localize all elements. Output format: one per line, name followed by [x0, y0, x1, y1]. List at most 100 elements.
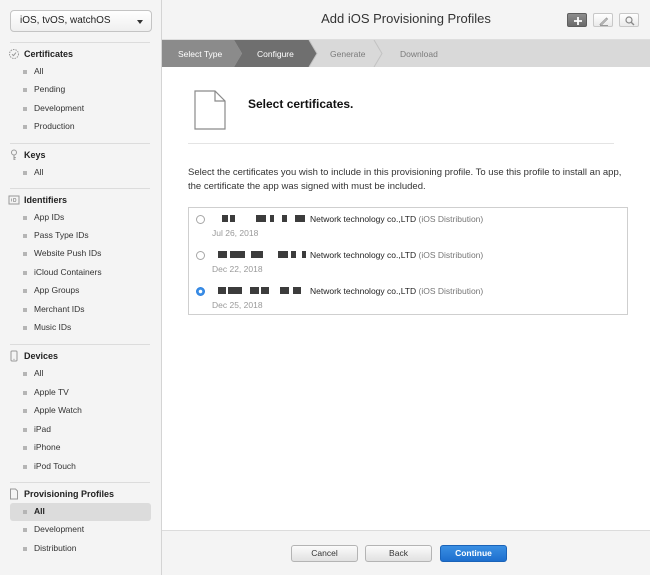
- sidebar-item-keys-all[interactable]: All: [10, 164, 151, 182]
- sidebar-item-label: iPad: [34, 424, 52, 434]
- footer: Cancel Back Continue: [162, 530, 650, 575]
- sidebar-section-title: Devices: [24, 351, 59, 361]
- sidebar: iOS, tvOS, watchOS Certificates All Pend…: [0, 0, 162, 575]
- sidebar-item-label: All: [34, 368, 44, 378]
- search-button[interactable]: [619, 13, 639, 27]
- sidebar-item-devices-all[interactable]: All: [10, 365, 151, 383]
- id-icon: [8, 195, 20, 205]
- certificate-type: (iOS Distribution): [418, 286, 484, 296]
- step-breadcrumb: Select Type Configure Generate Download: [162, 40, 650, 67]
- sidebar-item-certificates-all[interactable]: All: [10, 63, 151, 81]
- edit-icon: [599, 17, 609, 27]
- sidebar-item-profiles-distribution[interactable]: Distribution: [10, 540, 151, 558]
- back-button[interactable]: Back: [365, 545, 432, 562]
- sidebar-item-label: Apple TV: [34, 387, 69, 397]
- step-label: Configure: [257, 49, 294, 59]
- certificate-row[interactable]: Network technology co.,LTD (iOS Distribu…: [189, 244, 627, 280]
- bullet: [23, 446, 27, 450]
- sidebar-item-apple-tv[interactable]: Apple TV: [10, 384, 151, 402]
- sidebar-item-certificates-pending[interactable]: Pending: [10, 81, 151, 99]
- certificate-radio[interactable]: [196, 251, 205, 260]
- sidebar-section-devices[interactable]: Devices: [8, 350, 158, 364]
- bullet: [23, 252, 27, 256]
- certificate-icon: [9, 49, 19, 59]
- bullet: [23, 391, 27, 395]
- certificate-org: Network technology co.,LTD: [310, 286, 417, 296]
- sidebar-item-merchant-ids[interactable]: Merchant IDs: [10, 301, 151, 319]
- certificate-name: Network technology co.,LTD (iOS Distribu…: [310, 250, 483, 260]
- profile-icon: [10, 488, 18, 500]
- sidebar-item-label: iCloud Containers: [34, 267, 102, 277]
- sidebar-item-profiles-development[interactable]: Development: [10, 521, 151, 539]
- sidebar-item-label: App Groups: [34, 285, 80, 295]
- bullet: [23, 107, 27, 111]
- header: Add iOS Provisioning Profiles: [162, 0, 650, 40]
- sidebar-item-label: Production: [34, 121, 75, 131]
- certificate-row[interactable]: Network technology co.,LTD (iOS Distribu…: [189, 280, 627, 316]
- sidebar-item-label: App IDs: [34, 212, 65, 222]
- sidebar-item-music-ids[interactable]: Music IDs: [10, 319, 151, 337]
- sidebar-item-icloud-containers[interactable]: iCloud Containers: [10, 264, 151, 282]
- certificate-name: Network technology co.,LTD (iOS Distribu…: [310, 214, 483, 224]
- bullet: [23, 528, 27, 532]
- bullet: [23, 171, 27, 175]
- sidebar-section-title: Keys: [24, 150, 46, 160]
- certificate-radio[interactable]: [196, 215, 205, 224]
- sidebar-section-keys[interactable]: Keys: [8, 149, 158, 163]
- bullet: [23, 88, 27, 92]
- sidebar-item-certificates-development[interactable]: Development: [10, 100, 151, 118]
- chevron-down-icon[interactable]: [137, 20, 143, 24]
- sidebar-divider: [10, 42, 150, 43]
- sidebar-item-label: All: [34, 167, 44, 177]
- platform-select-value: iOS, tvOS, watchOS: [20, 15, 111, 26]
- sidebar-section-title: Provisioning Profiles: [24, 489, 115, 499]
- sidebar-item-pass-type-ids[interactable]: Pass Type IDs: [10, 227, 151, 245]
- sidebar-section-certificates[interactable]: Certificates: [8, 48, 158, 62]
- bullet: [23, 271, 27, 275]
- sidebar-item-app-groups[interactable]: App Groups: [10, 282, 151, 300]
- step-label: Download: [400, 49, 438, 59]
- sidebar-item-label: iPod Touch: [34, 461, 76, 471]
- sidebar-item-label: Development: [34, 103, 85, 113]
- add-button[interactable]: [567, 13, 587, 27]
- sidebar-divider: [10, 482, 150, 483]
- bullet: [23, 372, 27, 376]
- sidebar-item-profiles-all[interactable]: All: [10, 503, 151, 521]
- edit-button[interactable]: [593, 13, 613, 27]
- main-content: Select certificates. Select the certific…: [162, 67, 650, 530]
- sidebar-item-label: Pending: [34, 84, 66, 94]
- sidebar-item-app-ids[interactable]: App IDs: [10, 209, 151, 227]
- bullet: [23, 234, 27, 238]
- sidebar-item-certificates-production[interactable]: Production: [10, 118, 151, 136]
- bullet: [23, 308, 27, 312]
- certificate-radio-selected[interactable]: [196, 287, 205, 296]
- platform-select[interactable]: iOS, tvOS, watchOS: [10, 10, 152, 32]
- sidebar-section-identifiers[interactable]: Identifiers: [8, 194, 158, 208]
- certificate-type: (iOS Distribution): [418, 214, 484, 224]
- sidebar-item-label: Pass Type IDs: [34, 230, 89, 240]
- step-label: Generate: [330, 49, 366, 59]
- continue-button[interactable]: Continue: [440, 545, 507, 562]
- bullet: [23, 326, 27, 330]
- instructions-text: Select the certificates you wish to incl…: [188, 167, 622, 192]
- sidebar-item-apple-watch[interactable]: Apple Watch: [10, 402, 151, 420]
- sidebar-item-website-push-ids[interactable]: Website Push IDs: [10, 245, 151, 263]
- sidebar-item-label: All: [34, 506, 45, 516]
- sidebar-section-provisioning-profiles[interactable]: Provisioning Profiles: [8, 488, 158, 502]
- certificate-row[interactable]: Network technology co.,LTD (iOS Distribu…: [189, 208, 627, 244]
- sidebar-item-ipod-touch[interactable]: iPod Touch: [10, 458, 151, 476]
- certificate-list: Network technology co.,LTD (iOS Distribu…: [188, 207, 628, 315]
- sidebar-divider: [10, 143, 150, 144]
- plus-icon: [574, 17, 582, 25]
- cancel-button[interactable]: Cancel: [291, 545, 358, 562]
- sidebar-section-title: Certificates: [24, 49, 74, 59]
- bullet: [23, 510, 27, 514]
- certificate-date: Jul 26, 2018: [212, 228, 259, 238]
- sidebar-item-label: Website Push IDs: [34, 248, 102, 258]
- sidebar-item-label: Development: [34, 524, 85, 534]
- bullet: [23, 70, 27, 74]
- sidebar-item-iphone[interactable]: iPhone: [10, 439, 151, 457]
- sidebar-divider: [10, 344, 150, 345]
- bullet: [23, 289, 27, 293]
- sidebar-item-ipad[interactable]: iPad: [10, 421, 151, 439]
